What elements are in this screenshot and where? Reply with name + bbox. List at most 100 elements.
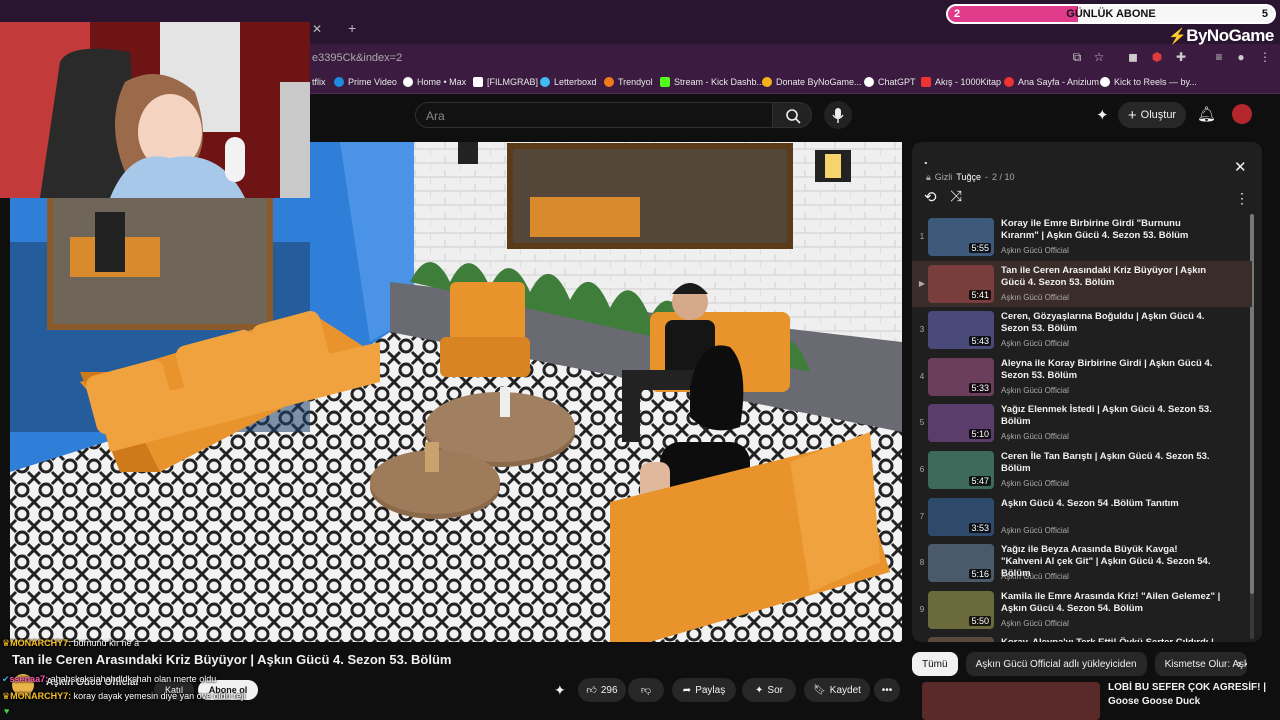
chevron-right-icon[interactable]: › (1237, 656, 1241, 671)
playlist-item[interactable]: Koray, Aleyna'yı Terk Etti! Öykü Serter … (912, 633, 1252, 642)
video-thumbnail[interactable]: 5:10 (928, 404, 994, 443)
playlist-item-title[interactable]: Ceren İle Tan Barıştı | Aşkın Gücü 4. Se… (1001, 451, 1221, 475)
bookmark-item[interactable]: Prime Video (334, 77, 397, 87)
bookmark-item[interactable]: Kick to Reels — by... (1100, 77, 1197, 87)
adblock-icon[interactable]: ⬢ (1150, 50, 1164, 64)
recommended-title[interactable]: LOBİ BU SEFER ÇOK AGRESİF! | (1108, 682, 1266, 693)
chip-from-uploader[interactable]: Aşkın Gücü Official adlı yükleyiciden (965, 652, 1147, 676)
voice-search-button[interactable] (824, 101, 852, 129)
loop-icon[interactable]: ⟲ (924, 188, 937, 206)
kebab-menu-icon[interactable]: ⋮ (1258, 50, 1272, 64)
thumbs-down-icon: 👎︎ (640, 685, 652, 696)
playlist-item-title[interactable]: Koray ile Emre Birbirine Girdi "Burnunu … (1001, 218, 1221, 242)
menu-list-icon[interactable]: ≡ (1212, 50, 1226, 64)
playlist-menu-icon[interactable]: ⋮ (1235, 190, 1249, 207)
playlist-item[interactable]: 4 5:33 Aleyna ile Koray Birbirine Girdi | … (912, 354, 1252, 400)
prime-video-icon (334, 77, 344, 87)
playlist-item-title[interactable]: Aşkın Gücü 4. Sezon 54 .Bölüm Tanıtım (1001, 498, 1221, 510)
playlist-item-index: 7 (919, 511, 925, 521)
playlist-item-channel[interactable]: Aşkın Gücü Official (1001, 572, 1069, 581)
playlist-item-channel[interactable]: Aşkın Gücü Official (1001, 619, 1069, 628)
playlist-item[interactable]: 5 5:10 Yağız Elenmek İstedi | Aşkın Gücü 4… (912, 400, 1252, 446)
chip-kismetse-olur[interactable]: Kismetse Olur: Aşkın (1154, 652, 1247, 676)
gem-icon[interactable]: ✦ (1096, 106, 1109, 124)
playlist-item-channel[interactable]: Aşkın Gücü Official (1001, 526, 1069, 535)
playlist-item-channel[interactable]: Aşkın Gücü Official (1001, 293, 1069, 302)
playlist-owner[interactable]: Tuğçe (956, 172, 981, 183)
recommended-thumbnail[interactable] (922, 682, 1100, 720)
video-thumbnail[interactable]: 5:33 (928, 357, 994, 396)
notifications-bell-icon[interactable]: 🔔︎ (1197, 105, 1216, 123)
video-thumbnail[interactable]: 5:55 (928, 218, 994, 256)
playlist-item-index: ▶ (918, 278, 926, 288)
donate-icon (762, 77, 772, 87)
playlist-item-title[interactable]: Kamila ile Emre Arasında Kriz! "Ailen Ge… (1001, 591, 1221, 615)
bookmark-item[interactable]: ChatGPT (864, 77, 916, 87)
like-button[interactable]: 👍︎ 296 (578, 678, 626, 702)
close-icon[interactable]: ✕ (1234, 158, 1247, 176)
playlist-item[interactable]: 3 5:43 Ceren, Gözyaşlarına Boğuldu | Aşkın… (912, 307, 1252, 353)
profile-icon[interactable]: ● (1234, 50, 1248, 64)
playlist-item[interactable]: ▶ 5:41 Tan ile Ceren Arasındaki Kriz Büyüy… (912, 260, 1252, 307)
bookmark-item[interactable]: tflix (312, 77, 326, 87)
create-button[interactable]: + Oluştur (1118, 102, 1186, 128)
bookmark-item[interactable]: Trendyol (604, 77, 653, 87)
search-input[interactable]: Ara (415, 102, 773, 128)
playlist-item-channel[interactable]: Aşkın Gücü Official (1001, 432, 1069, 441)
bookmark-item[interactable]: Akış - 1000Kitap (921, 77, 1001, 87)
video-thumbnail[interactable] (928, 637, 994, 642)
share-button[interactable]: ➦ Paylaş (672, 678, 736, 702)
playlist-item[interactable]: 9 5:50 Kamila ile Emre Arasında Kriz! "Ail… (912, 587, 1252, 633)
install-icon[interactable]: ⧉ (1070, 50, 1084, 64)
playlist-item[interactable]: 1 5:55 Koray ile Emre Birbirine Girdi "Bur… (912, 214, 1252, 260)
playlist-item-title[interactable]: Yağız Elenmek İstedi | Aşkın Gücü 4. Sez… (1001, 404, 1221, 428)
save-button[interactable]: 🔖︎ Kaydet (804, 678, 870, 702)
playlist-item-title[interactable]: Koray, Aleyna'yı Terk Etti! Öykü Serter … (1001, 637, 1221, 642)
ask-button[interactable]: ✦ Sor (742, 678, 796, 702)
brand-logo: ⚡ByNoGame (1168, 26, 1274, 45)
extension-icon[interactable]: ◼ (1126, 50, 1140, 64)
bookmark-item[interactable]: Ana Sayfa - Anizium (1004, 77, 1099, 87)
bookmark-item[interactable]: Letterboxd (540, 77, 597, 87)
playlist-item[interactable]: 6 5:47 Ceren İle Tan Barıştı | Aşkın Gücü … (912, 447, 1252, 493)
playlist-item-title[interactable]: Ceren, Gözyaşlarına Boğuldu | Aşkın Gücü… (1001, 311, 1221, 335)
tab-close-icon[interactable]: ✕ (312, 22, 322, 36)
video-thumbnail[interactable]: 5:50 (928, 590, 994, 629)
video-thumbnail[interactable]: 5:16 (928, 544, 994, 583)
new-tab-icon[interactable]: + (348, 20, 356, 36)
playlist-item-channel[interactable]: Aşkın Gücü Official (1001, 246, 1069, 255)
shuffle-icon[interactable]: ⤨ (950, 188, 962, 205)
video-thumbnail[interactable]: 5:41 (928, 264, 994, 303)
playlist-item-channel[interactable]: Aşkın Gücü Official (1001, 479, 1069, 488)
recommended-subtitle[interactable]: Goose Goose Duck (1108, 696, 1200, 707)
video-thumbnail[interactable]: 5:43 (928, 311, 994, 350)
like-count: 296 (600, 684, 618, 696)
playlist-item[interactable]: 7 3:53 Aşkın Gücü 4. Sezon 54 .Bölüm Tanıt… (912, 494, 1252, 540)
gem-icon[interactable]: ✦ (554, 682, 566, 699)
more-actions-button[interactable]: ••• (874, 678, 900, 702)
goal-label: GÜNLÜK ABONE (1066, 8, 1156, 20)
bookmark-star-icon[interactable]: ☆ (1092, 50, 1106, 64)
chip-all[interactable]: Tümü (912, 652, 958, 676)
bookmark-item[interactable]: Donate ByNoGame... (762, 77, 862, 87)
search-icon (786, 109, 801, 124)
bookmark-item[interactable]: Stream - Kick Dashb... (660, 77, 764, 87)
video-player[interactable] (10, 142, 902, 642)
bookmark-icon: 🔖︎ (813, 684, 826, 696)
puzzle-icon[interactable]: ✚ (1174, 50, 1188, 64)
thumbs-up-icon: 👍︎ (586, 685, 597, 696)
video-thumbnail[interactable]: 5:47 (928, 451, 994, 489)
playlist-item-title[interactable]: Tan ile Ceren Arasındaki Kriz Büyüyor | … (1001, 265, 1221, 289)
dislike-button[interactable]: 👎︎ (628, 678, 664, 702)
video-thumbnail[interactable]: 3:53 (928, 497, 994, 536)
playlist-item-channel[interactable]: Aşkın Gücü Official (1001, 386, 1069, 395)
bookmark-item[interactable]: Home • Max (403, 77, 466, 87)
search-button[interactable] (772, 102, 812, 128)
playlist-item[interactable]: 8 5:16 Yağız ile Beyza Arasında Büyük Kavg… (912, 540, 1252, 586)
url-text[interactable]: e3395Ck&index=2 (312, 52, 402, 64)
playlist-item-channel[interactable]: Aşkın Gücü Official (1001, 339, 1069, 348)
bookmark-item[interactable]: [FILMGRAB] (473, 77, 538, 87)
reels-icon (1100, 77, 1110, 87)
avatar[interactable] (1232, 104, 1252, 124)
playlist-item-title[interactable]: Aleyna ile Koray Birbirine Girdi | Aşkın… (1001, 358, 1221, 382)
